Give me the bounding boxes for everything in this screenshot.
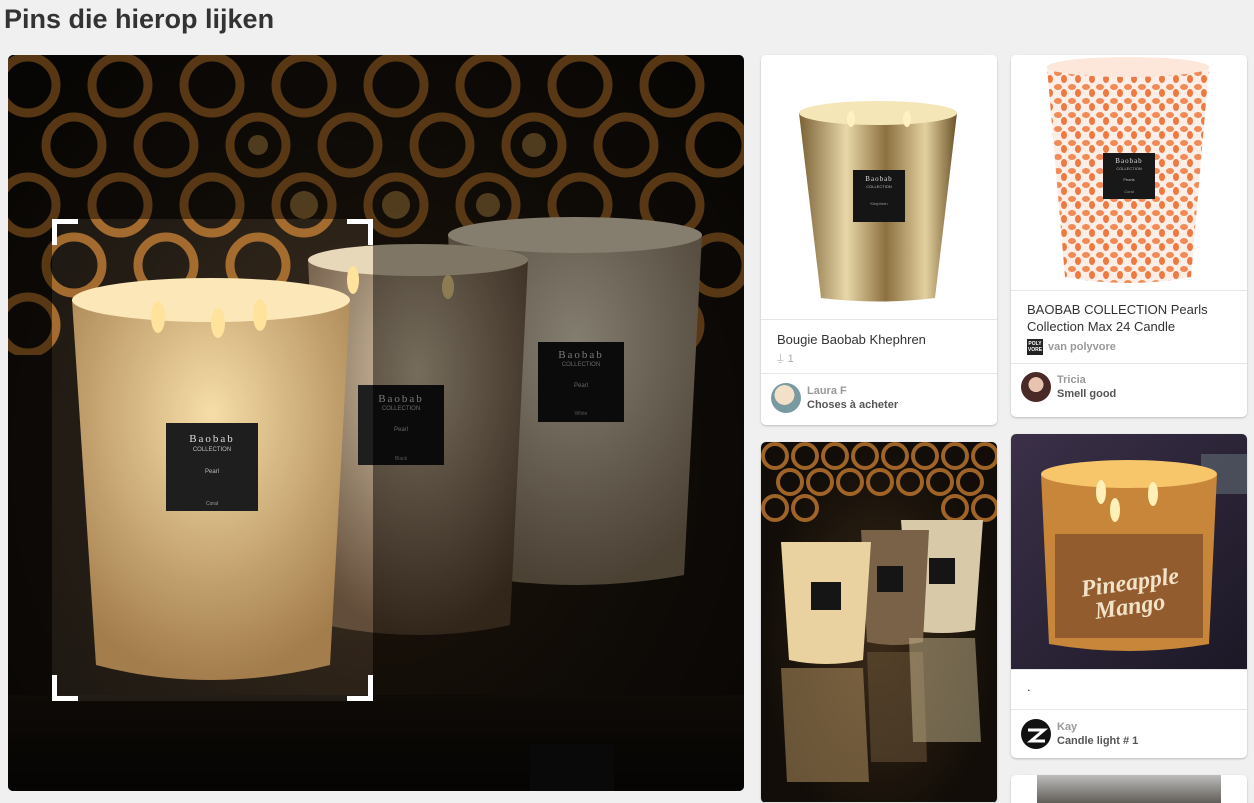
pin-description: . — [1027, 679, 1031, 694]
board-name[interactable]: Candle light # 1 — [1057, 734, 1138, 748]
avatar[interactable] — [771, 382, 801, 413]
pinner-name[interactable]: Kay — [1057, 720, 1138, 734]
coral-candle-image — [1047, 57, 1209, 283]
section-title: Pins die hierop lijken — [4, 4, 275, 34]
pin-description: BAOBAB COLLECTION Pearls Collection Max … — [1027, 302, 1208, 334]
khephren-label-variant: Khephren — [870, 201, 888, 206]
pin-card-candles-set[interactable] — [761, 442, 997, 803]
pin-card-khephren[interactable]: Baobab COLLECTION Khephren Bougie Baobab… — [761, 55, 997, 425]
crop-handle-bottom-right[interactable] — [347, 675, 373, 701]
hero-pin-image[interactable]: Baobab COLLECTION Pearl Coral Baobab COL… — [8, 55, 744, 791]
crop-handle-top-right[interactable] — [347, 219, 373, 245]
board-name[interactable]: Choses à acheter — [807, 398, 898, 412]
pinner-name[interactable]: Laura F — [807, 384, 898, 398]
pin-image-khephren[interactable]: Baobab COLLECTION Khephren — [761, 55, 997, 320]
pearls-label-variant: Pearls — [1123, 177, 1135, 182]
board-name[interactable]: Smell good — [1057, 387, 1116, 401]
pin-attribution[interactable]: Tricia Smell good — [1011, 363, 1247, 409]
pin-card-partial[interactable] — [1011, 775, 1247, 803]
khephren-label-collection: COLLECTION — [866, 184, 892, 189]
polyvore-logo-icon: POLY VORE — [1027, 339, 1043, 355]
pin-icon: ⍊ — [777, 352, 784, 364]
repin-count-value: 1 — [787, 352, 794, 365]
avatar-graphic-icon — [1026, 728, 1049, 742]
pin-card-pineapple-mango[interactable]: Pineapple Mango . Kay Candle light # 1 — [1011, 434, 1247, 758]
pin-description: Bougie Baobab Khephren — [777, 332, 926, 347]
avatar[interactable] — [1021, 371, 1051, 402]
pearls-label-sub: Coral — [1124, 189, 1134, 194]
page: Pins die hierop lijken Baobab COLLECTION… — [0, 0, 1254, 803]
pinner-name[interactable]: Tricia — [1057, 373, 1116, 387]
repin-count: ⍊ 1 — [761, 348, 997, 373]
pin-source[interactable]: POLY VORE van polyvore — [1011, 335, 1247, 363]
pin-attribution[interactable]: Kay Candle light # 1 — [1011, 709, 1247, 757]
candles-set-image — [761, 442, 997, 782]
pearls-label-collection: COLLECTION — [1116, 166, 1142, 171]
crop-shade-overlay — [8, 55, 744, 791]
pin-image-candles-set[interactable] — [761, 442, 997, 803]
pin-image-partial[interactable] — [1037, 775, 1221, 803]
avatar[interactable] — [1021, 718, 1051, 749]
pin-image-pineapple-mango[interactable]: Pineapple Mango — [1011, 434, 1247, 670]
khephren-label-brand: Baobab — [865, 175, 893, 183]
pineapple-candle-image — [1041, 454, 1247, 651]
pearls-label-brand: Baobab — [1115, 157, 1143, 165]
pin-attribution[interactable]: Laura F Choses à acheter — [761, 373, 997, 421]
crop-handle-bottom-left[interactable] — [52, 675, 78, 701]
pin-source-text[interactable]: van polyvore — [1048, 341, 1116, 353]
pin-card-pearls[interactable]: Baobab COLLECTION Pearls Coral BAOBAB CO… — [1011, 55, 1247, 417]
crop-handle-top-left[interactable] — [52, 219, 78, 245]
pin-image-pearls[interactable]: Baobab COLLECTION Pearls Coral — [1011, 55, 1247, 291]
